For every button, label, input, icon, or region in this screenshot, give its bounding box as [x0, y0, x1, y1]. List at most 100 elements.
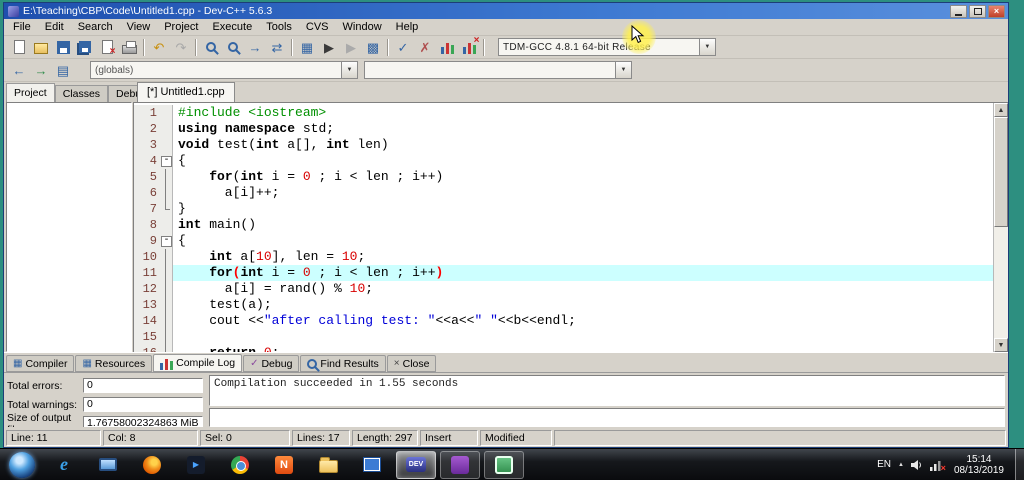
code-line-5[interactable]: 5 for(int i = 0 ; i < len ; i++) [134, 169, 993, 185]
scrollbar-thumb[interactable] [994, 117, 1008, 227]
clock[interactable]: 15:14 08/13/2019 [954, 454, 1004, 476]
network-icon[interactable]: × [929, 459, 946, 472]
menu-file[interactable]: File [6, 20, 38, 34]
tab-untitled1-cpp[interactable]: [*] Untitled1.cpp [137, 82, 235, 102]
code-line-7[interactable]: 7} [134, 201, 993, 217]
code-line-8[interactable]: 8 int main() [134, 217, 993, 233]
menu-project[interactable]: Project [157, 20, 205, 34]
menu-search[interactable]: Search [71, 20, 120, 34]
save-button[interactable] [52, 37, 74, 57]
fold-marker[interactable] [160, 233, 173, 249]
code-line-4[interactable]: 4{ [134, 153, 993, 169]
chevron-down-icon[interactable]: ▼ [615, 62, 631, 78]
code-line-11[interactable]: 11 for(int i = 0 ; i < len ; i++) [134, 265, 993, 281]
menu-edit[interactable]: Edit [38, 20, 71, 34]
taskbar-media-player[interactable]: ▶ [176, 451, 216, 479]
chevron-down-icon[interactable]: ▼ [699, 39, 715, 55]
members-select[interactable]: ▼ [364, 61, 632, 79]
scroll-down-button[interactable]: ▼ [994, 338, 1008, 352]
restore-button[interactable] [969, 4, 986, 18]
compile-run-button[interactable]: ▶ [340, 37, 362, 57]
compile-log-output[interactable]: Compilation succeeded in 1.55 seconds [209, 375, 1005, 407]
taskbar-explorer[interactable] [308, 451, 348, 479]
fold-marker[interactable] [160, 153, 173, 169]
redo-button[interactable]: ↷ [170, 37, 192, 57]
tab-compiler[interactable]: ▦ Compiler [6, 355, 75, 372]
chevron-down-icon[interactable]: ▼ [341, 62, 357, 78]
editor-vscrollbar[interactable]: ▲ ▼ [993, 103, 1008, 352]
show-desktop-button[interactable] [1015, 448, 1024, 480]
start-button[interactable] [9, 451, 35, 478]
print-button[interactable] [118, 37, 140, 57]
tab-close[interactable]: × Close [386, 355, 437, 372]
code-line-13[interactable]: 13 test(a); [134, 297, 993, 313]
menu-tools[interactable]: Tools [259, 20, 299, 34]
tab-find-results[interactable]: Find Results [300, 355, 386, 372]
hidden-icons-button[interactable]: ▲ [898, 462, 904, 468]
syntax-check-button[interactable]: ✓ [392, 37, 414, 57]
taskbar-monitor[interactable] [88, 451, 128, 479]
menu-view[interactable]: View [120, 20, 158, 34]
abort-button[interactable]: ✗ [414, 37, 436, 57]
code-editor[interactable]: 1 #include <iostream> 2 using namespace std… [134, 103, 993, 352]
swap-header-button[interactable]: ⇄ [266, 37, 288, 57]
language-indicator[interactable]: EN [877, 459, 891, 470]
save-all-button[interactable] [74, 37, 96, 57]
menu-cvs[interactable]: CVS [299, 20, 336, 34]
taskbar-purple-app[interactable] [440, 450, 480, 479]
profile-delete-button[interactable] [458, 35, 480, 57]
code-line-6[interactable]: 6 a[i]++; [134, 185, 993, 201]
taskbar-ie[interactable]: e [44, 451, 84, 479]
compiler-select[interactable]: TDM-GCC 4.8.1 64-bit Release ▼ [498, 38, 716, 56]
taskbar-nitro[interactable]: N [264, 451, 304, 479]
tab-compile-log[interactable]: Compile Log [153, 354, 243, 372]
replace-button[interactable] [222, 37, 244, 57]
code-line-3[interactable]: 3 void test(int a[], int len) [134, 137, 993, 153]
code-line-9[interactable]: 9{ [134, 233, 993, 249]
taskbar-firefox[interactable] [132, 451, 172, 479]
taskbar-devcpp[interactable]: DEV [396, 450, 436, 479]
goto-declaration-button[interactable]: ← [8, 60, 30, 80]
compile-log-secondary[interactable] [209, 408, 1005, 427]
rebuild-button[interactable]: ▩ [362, 37, 384, 57]
run-button[interactable]: ▶ [318, 37, 340, 57]
code-line-14[interactable]: 14 cout <<"after calling test: "<<a<<" "… [134, 313, 993, 329]
taskbar-green-app[interactable] [484, 450, 524, 479]
scrollbar-track[interactable] [994, 117, 1008, 338]
size-of-output-file-value[interactable]: 1.76758002324863 MiB [83, 416, 203, 427]
minimize-button[interactable] [950, 4, 967, 18]
menu-window[interactable]: Window [336, 20, 389, 34]
volume-icon[interactable] [910, 459, 923, 471]
find-button[interactable] [200, 37, 222, 57]
code-line-1[interactable]: 1 #include <iostream> [134, 105, 993, 121]
tab-classes[interactable]: Classes [54, 85, 109, 102]
tab-project[interactable]: Project [6, 83, 55, 102]
code-line-16[interactable]: 16 return 0; [134, 345, 993, 352]
code-line-2[interactable]: 2 using namespace std; [134, 121, 993, 137]
project-tree-panel[interactable] [6, 102, 132, 352]
goto-line-button[interactable]: → [244, 37, 266, 57]
open-file-button[interactable] [30, 37, 52, 57]
code-line-15[interactable]: 15 [134, 329, 993, 345]
goto-definition-button[interactable]: → [30, 60, 52, 80]
scroll-up-button[interactable]: ▲ [994, 103, 1008, 117]
taskbar-photos[interactable] [352, 451, 392, 479]
total-errors-value[interactable]: 0 [83, 378, 203, 393]
title-bar[interactable]: E:\Teaching\CBP\Code\Untitled1.cpp - Dev… [4, 3, 1008, 19]
total-warnings-value[interactable]: 0 [83, 397, 203, 412]
close-file-button[interactable] [96, 37, 118, 57]
code-line-10[interactable]: 10 int a[10], len = 10; [134, 249, 993, 265]
tab-resources[interactable]: ▦ Resources [75, 355, 153, 372]
tab-debug[interactable]: ✓ Debug [243, 355, 300, 372]
new-file-button[interactable] [8, 37, 30, 57]
profile-button[interactable] [436, 37, 458, 57]
class-browser-button[interactable]: ▤ [52, 60, 74, 80]
code-line-12[interactable]: 12 a[i] = rand() % 10; [134, 281, 993, 297]
globals-select[interactable]: (globals) ▼ [90, 61, 358, 79]
taskbar-chrome[interactable] [220, 451, 260, 479]
compile-button[interactable]: ▦ [296, 37, 318, 57]
menu-execute[interactable]: Execute [205, 20, 259, 34]
menu-help[interactable]: Help [389, 20, 426, 34]
close-button[interactable]: × [988, 4, 1005, 18]
undo-button[interactable]: ↶ [148, 37, 170, 57]
